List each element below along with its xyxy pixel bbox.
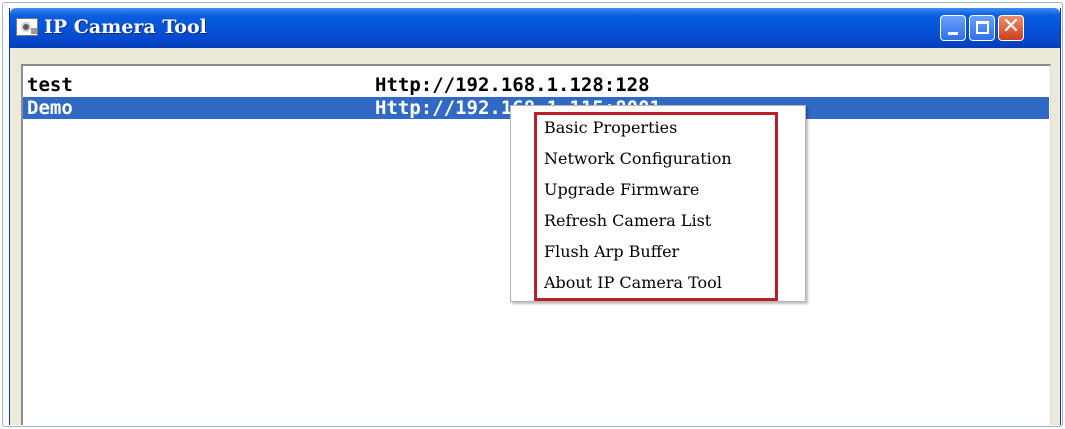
minimize-icon bbox=[948, 32, 958, 35]
menu-item-upgrade-firmware[interactable]: Upgrade Firmware bbox=[544, 176, 699, 204]
camera-name: test bbox=[27, 74, 73, 96]
camera-url: Http://192.168.1.128:128 bbox=[375, 74, 650, 96]
camera-name: Demo bbox=[27, 97, 73, 119]
camera-row-test[interactable]: test Http://192.168.1.128:128 bbox=[23, 74, 1049, 96]
close-button[interactable]: ✕ bbox=[998, 14, 1024, 41]
camera-lens bbox=[21, 22, 31, 32]
maximize-button[interactable] bbox=[969, 15, 995, 41]
menu-item-flush-arp-buffer[interactable]: Flush Arp Buffer bbox=[544, 238, 679, 266]
menu-item-refresh-camera-list[interactable]: Refresh Camera List bbox=[544, 207, 711, 235]
menu-item-network-configuration[interactable]: Network Configuration bbox=[544, 145, 732, 173]
context-menu: Basic Properties Network Configuration U… bbox=[510, 105, 806, 302]
camera-stand bbox=[31, 28, 37, 34]
maximize-icon bbox=[976, 21, 989, 34]
close-icon: ✕ bbox=[1001, 14, 1021, 39]
menu-item-basic-properties[interactable]: Basic Properties bbox=[544, 114, 677, 142]
menu-item-about-ip-camera-tool[interactable]: About IP Camera Tool bbox=[544, 269, 722, 297]
minimize-button[interactable] bbox=[940, 15, 966, 41]
title-bar[interactable]: IP Camera Tool ✕ bbox=[10, 8, 1060, 48]
window-title: IP Camera Tool bbox=[44, 16, 207, 38]
camera-icon[interactable] bbox=[16, 18, 38, 36]
